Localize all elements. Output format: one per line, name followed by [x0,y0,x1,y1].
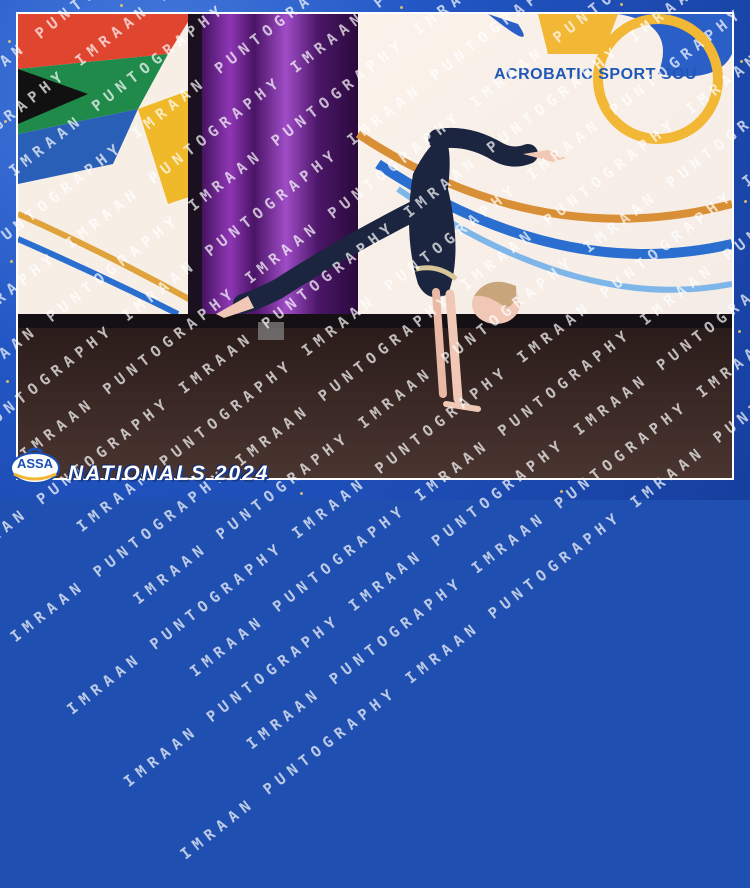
banner-text: ACROBATIC SPORT SOU [494,66,697,83]
logo-text: ASSA [16,456,54,471]
event-photo: ACROBATIC SPORT SOU [16,12,734,480]
stage-floor [18,324,732,478]
event-title: NATIONALS 2024 [68,462,270,485]
sport-banner [355,14,732,324]
flag-banner [18,14,200,317]
